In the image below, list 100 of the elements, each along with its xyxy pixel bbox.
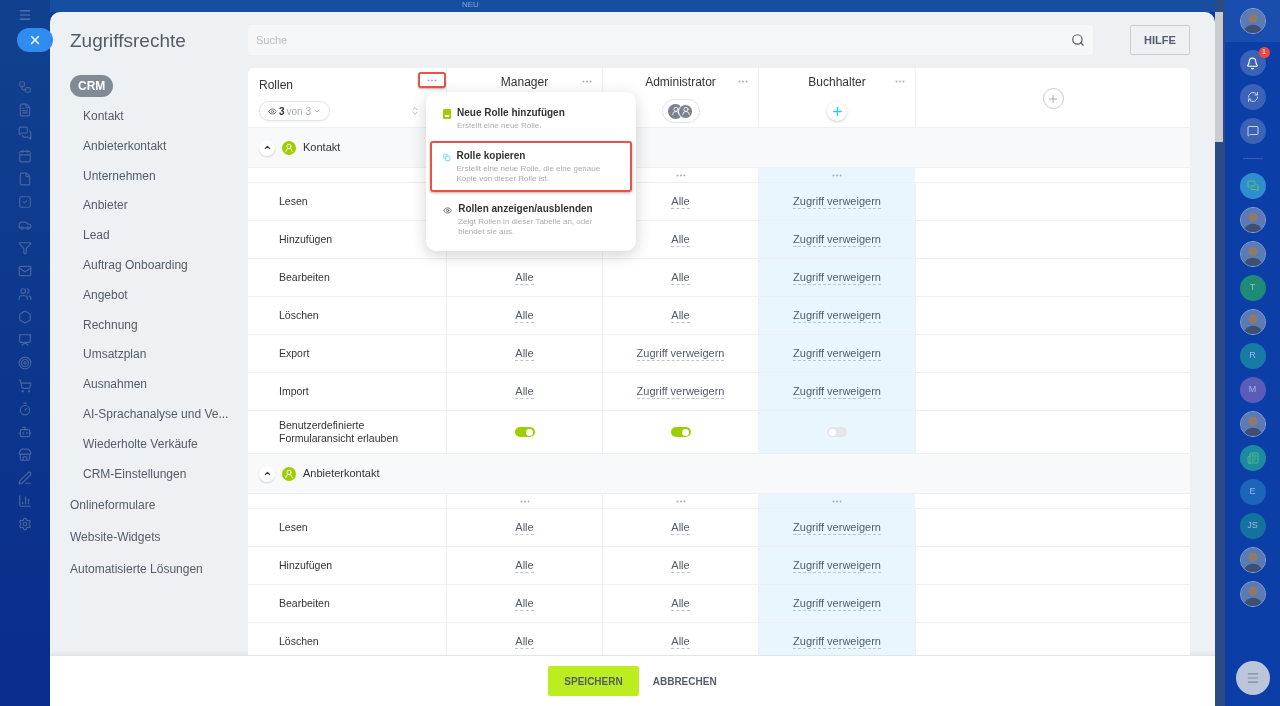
nav-group[interactable]: CRM bbox=[70, 75, 114, 97]
search-field[interactable]: Suche bbox=[248, 25, 1093, 55]
menu-icon bbox=[1245, 671, 1260, 685]
contact-avatar[interactable] bbox=[1239, 581, 1266, 607]
permission-value[interactable]: Alle bbox=[671, 558, 690, 573]
target-icon[interactable] bbox=[18, 356, 32, 370]
pen-icon[interactable] bbox=[18, 471, 32, 485]
file-icon[interactable] bbox=[18, 172, 32, 186]
nav-item[interactable]: Anbieterkontakt bbox=[70, 131, 248, 162]
menu-item[interactable]: Neue Rolle hinzufügen Erstellt eine neue Rolle. bbox=[430, 98, 632, 139]
chart-icon[interactable] bbox=[18, 494, 32, 508]
permission-value[interactable]: Alle bbox=[515, 520, 534, 535]
collapse-button[interactable] bbox=[259, 465, 275, 482]
toggle-switch[interactable] bbox=[670, 427, 691, 437]
calendar-icon[interactable] bbox=[18, 149, 32, 163]
nav-section[interactable]: Automatisierte Lösungen bbox=[70, 553, 248, 586]
permission-value[interactable]: Alle bbox=[671, 634, 690, 649]
contact-avatar[interactable] bbox=[1239, 207, 1266, 233]
nav-item[interactable]: CRM-Einstellungen bbox=[70, 459, 248, 490]
contact-avatar[interactable] bbox=[1239, 309, 1266, 335]
eye-icon bbox=[268, 106, 277, 116]
news-avatar[interactable] bbox=[1239, 445, 1266, 471]
timer-icon[interactable] bbox=[18, 402, 32, 416]
contact-avatar[interactable] bbox=[1239, 547, 1266, 573]
more-icon bbox=[582, 80, 592, 83]
more-icon bbox=[832, 499, 842, 503]
car-icon[interactable] bbox=[18, 218, 32, 232]
refresh-button[interactable] bbox=[1239, 84, 1266, 110]
menu-item[interactable]: Rolle kopieren Erstellt eine neue Rolle, die eine genaue Kopie von dieser Rolle ist. bbox=[430, 141, 632, 192]
roles-menu-button[interactable] bbox=[418, 72, 446, 88]
flow-icon[interactable] bbox=[18, 80, 32, 94]
permission-value[interactable]: Alle bbox=[515, 346, 534, 361]
checkbox-icon[interactable] bbox=[18, 195, 32, 209]
chat-button[interactable] bbox=[1239, 118, 1266, 144]
person-card-icon bbox=[443, 109, 451, 119]
more-icon bbox=[675, 173, 686, 177]
permission-value[interactable]: Alle bbox=[515, 596, 534, 611]
nav-item[interactable]: Rechnung bbox=[70, 310, 248, 341]
nav-item[interactable]: AI-Sprachanalyse und Ve... bbox=[70, 399, 248, 430]
permission-value[interactable]: Alle bbox=[515, 634, 534, 649]
toggle-switch[interactable] bbox=[827, 427, 847, 437]
cancel-button[interactable]: ABBRECHEN bbox=[652, 666, 717, 696]
permission-value[interactable]: Alle bbox=[515, 270, 534, 285]
chat-avatar[interactable] bbox=[1239, 173, 1266, 199]
contact-avatar[interactable] bbox=[1239, 241, 1266, 267]
collapse-icon[interactable] bbox=[410, 106, 421, 116]
nav-item[interactable]: Anbieter bbox=[70, 191, 248, 222]
permission-value[interactable]: Alle bbox=[515, 308, 534, 323]
group-title: Kontakt bbox=[303, 140, 341, 156]
menu-icon[interactable] bbox=[18, 8, 32, 22]
nav-section[interactable]: Onlineformulare bbox=[70, 489, 248, 522]
permission-value[interactable]: Alle bbox=[671, 520, 690, 535]
user-icon bbox=[282, 140, 296, 155]
chat-icon[interactable] bbox=[18, 126, 32, 140]
menu-item-description: Zeigt Rollen in dieser Tabelle an, oder blendet sie aus. bbox=[458, 217, 594, 237]
bell-icon bbox=[1246, 56, 1259, 70]
nav-item[interactable]: Unternehmen bbox=[70, 161, 248, 192]
permission-label: Bearbeiten bbox=[279, 271, 330, 284]
document-icon[interactable] bbox=[18, 103, 32, 117]
nav-item[interactable]: Angebot bbox=[70, 280, 248, 311]
nav-item[interactable]: Lead bbox=[70, 221, 248, 251]
profile-avatar[interactable] bbox=[1239, 8, 1266, 34]
permission-value[interactable]: Alle bbox=[671, 270, 690, 285]
group-title: Anbieterkontakt bbox=[303, 466, 380, 482]
settings-icon[interactable] bbox=[18, 517, 32, 531]
permission-value[interactable]: Alle bbox=[671, 596, 690, 611]
nav-item[interactable]: Ausnahmen bbox=[70, 370, 248, 400]
chevron-icon bbox=[313, 107, 322, 115]
nav-item[interactable]: Umsatzplan bbox=[70, 340, 248, 371]
permission-value[interactable]: Alle bbox=[515, 384, 534, 399]
toggle-switch[interactable] bbox=[514, 427, 535, 437]
board-icon[interactable] bbox=[18, 333, 32, 347]
nav-item[interactable]: Kontakt bbox=[70, 102, 248, 132]
more-icon bbox=[895, 80, 905, 83]
save-button[interactable]: SPEICHERN bbox=[548, 666, 639, 696]
role-members[interactable] bbox=[661, 99, 700, 123]
cart-icon[interactable] bbox=[18, 379, 32, 393]
hexagon-icon[interactable] bbox=[18, 310, 32, 324]
nav-item[interactable]: Wiederholte Verkäufe bbox=[70, 429, 248, 460]
people-icon[interactable] bbox=[18, 287, 32, 301]
robot-icon[interactable] bbox=[18, 425, 32, 439]
add-member-button[interactable] bbox=[827, 101, 847, 121]
permission-value[interactable]: Alle bbox=[515, 558, 534, 573]
page-title: Zugriffsrechte bbox=[70, 29, 187, 53]
menu-button[interactable] bbox=[1235, 661, 1270, 695]
nav-section[interactable]: Website-Widgets bbox=[70, 521, 248, 554]
contact-avatar[interactable] bbox=[1239, 411, 1266, 437]
nav-item[interactable]: Auftrag Onboarding bbox=[70, 251, 248, 281]
permission-value[interactable]: Zugriff verweigern bbox=[636, 346, 725, 361]
collapse-button[interactable] bbox=[259, 139, 275, 156]
permission-value[interactable]: Zugriff verweigern bbox=[636, 384, 725, 399]
mail-icon[interactable] bbox=[18, 264, 32, 278]
permission-value[interactable]: Alle bbox=[671, 194, 690, 209]
menu-item[interactable]: Rollen anzeigen/ausblenden Zeigt Rollen in dieser Tabelle an, oder blendet sie aus. bbox=[430, 194, 632, 245]
store-icon[interactable] bbox=[18, 448, 32, 462]
filter-icon[interactable] bbox=[18, 241, 32, 255]
notifications-button[interactable] bbox=[1239, 50, 1266, 76]
help-button[interactable]: HILFE bbox=[1130, 25, 1190, 55]
permission-value[interactable]: Alle bbox=[671, 232, 690, 247]
permission-value[interactable]: Alle bbox=[671, 308, 690, 323]
